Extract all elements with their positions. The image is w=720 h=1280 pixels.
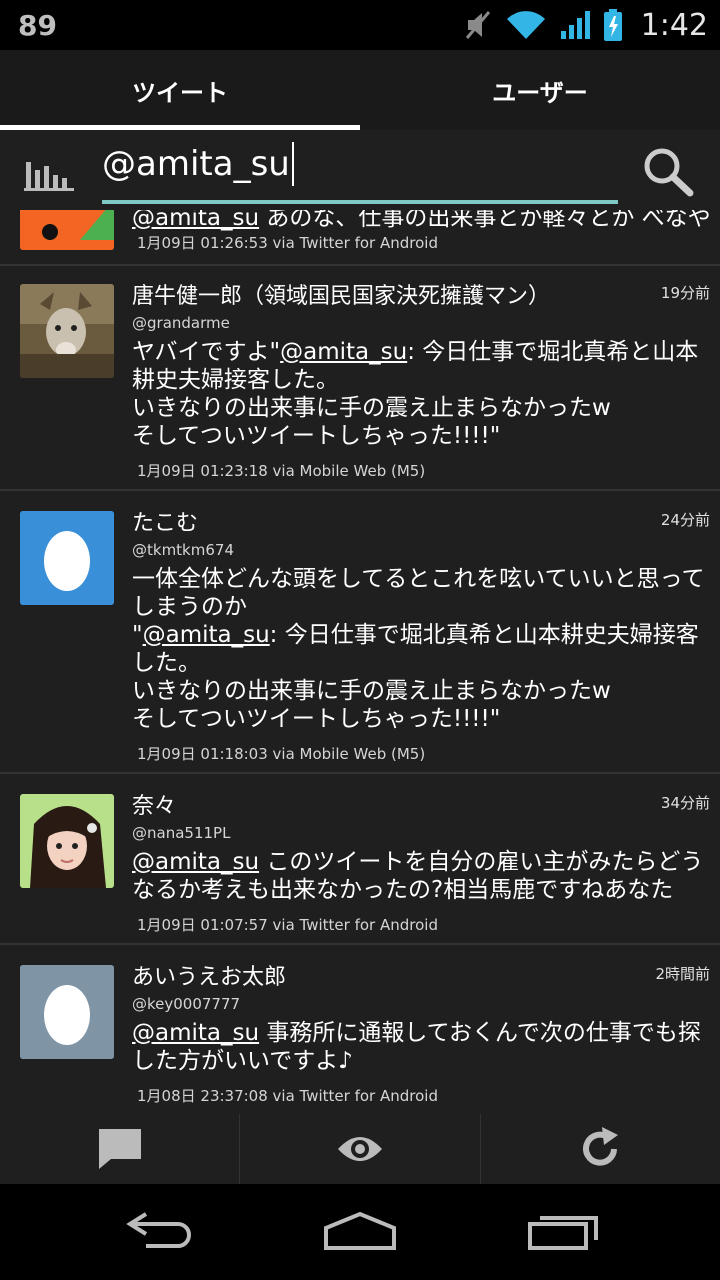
tweet-author-handle[interactable]: @tkmtkm674 (132, 541, 234, 559)
avatar (20, 210, 114, 250)
battery-icon (603, 9, 622, 41)
tweet-item[interactable]: @amita_su あのな、仕事の出来事とか軽々とか べなや 1月09日 01:… (0, 210, 720, 266)
tweet-meta: 1月08日 23:37:08 via Twitter for Android (137, 1087, 438, 1105)
action-bar (0, 1114, 720, 1184)
tweet-item[interactable]: 唐牛健一郎（領域国民国家決死擁護マン） 19分前 @grandarme ヤバイで… (0, 264, 720, 491)
compose-icon (98, 1129, 141, 1169)
tweet-body: ヤバイですよ"@amita_su: 今日仕事で堀北真希と山本耕史夫婦接客した。 … (132, 338, 717, 450)
avatar (20, 284, 114, 378)
signal-icon (560, 11, 590, 39)
refresh-button[interactable] (479, 1114, 720, 1184)
tweet-time: 34分前 (660, 794, 710, 812)
status-bar: 89 1:42 (0, 0, 720, 50)
tweet-author-handle[interactable]: @key0007777 (132, 995, 240, 1013)
tweet-author-name[interactable]: たこむ (132, 505, 198, 537)
avatar (20, 511, 114, 605)
view-button[interactable] (239, 1114, 479, 1184)
tweet-author-name[interactable]: 唐牛健一郎（領域国民国家決死擁護マン） (132, 278, 550, 310)
tweet-text: あのな、仕事の出来事とか軽々とか べなや (259, 210, 711, 231)
tweet-meta: 1月09日 01:18:03 via Mobile Web (M5) (137, 745, 426, 763)
tweet-mention[interactable]: @amita_su (132, 210, 259, 231)
tweet-meta: 1月09日 01:23:18 via Mobile Web (M5) (137, 462, 426, 480)
tab-tweets[interactable]: ツイート (0, 50, 360, 130)
tweet-author-name[interactable]: あいうえお太郎 (132, 959, 286, 991)
wifi-icon (506, 11, 545, 39)
refresh-icon (583, 1127, 619, 1166)
tweet-author-name[interactable]: 奈々 (132, 788, 176, 820)
text-caret (291, 142, 294, 186)
compose-button[interactable] (0, 1114, 239, 1184)
tweet-item[interactable]: あいうえお太郎 2時間前 @key0007777 @amita_su 事務所に通… (0, 945, 720, 1114)
tab-bar: ツイート ユーザー (0, 50, 720, 130)
back-icon[interactable] (124, 1208, 196, 1252)
tweet-body: @amita_su このツイートを自分の雇い主がみたらどうなるか考えも出来なかっ… (132, 848, 717, 904)
search-query: @amita_su (102, 144, 290, 184)
avatar (20, 965, 114, 1059)
tweet-mention[interactable]: @amita_su (132, 1020, 259, 1046)
tweet-body: @amita_su 事務所に通報しておくんで次の仕事でも探した方がいいですよ♪ (132, 1019, 717, 1075)
tweet-list[interactable]: @amita_su あのな、仕事の出来事とか軽々とか べなや 1月09日 01:… (0, 210, 720, 1114)
tweet-item[interactable]: たこむ 24分前 @tkmtkm674 一体全体どんな頭をしてるとこれを呟いてい… (0, 491, 720, 774)
search-bar: @amita_su (0, 130, 720, 210)
tweet-author-handle[interactable]: @nana511PL (132, 824, 230, 842)
home-icon[interactable] (322, 1208, 398, 1252)
tweet-author-handle[interactable]: @grandarme (132, 314, 230, 332)
tweet-meta: 1月09日 01:07:57 via Twitter for Android (137, 916, 438, 934)
tweet-body: 一体全体どんな頭をしてるとこれを呟いていいと思ってしまうのか "@amita_s… (132, 565, 717, 733)
bar-chart-icon[interactable] (22, 148, 78, 192)
tab-users[interactable]: ユーザー (360, 50, 720, 130)
tweet-mention[interactable]: @amita_su (132, 849, 259, 875)
system-nav-bar (0, 1184, 720, 1280)
clock: 1:42 (640, 7, 708, 43)
search-icon[interactable] (640, 146, 698, 198)
mute-icon (465, 11, 490, 39)
tweet-mention[interactable]: @amita_su (280, 339, 407, 365)
tweet-time: 2時間前 (655, 965, 710, 983)
tweet-mention[interactable]: @amita_su (143, 622, 270, 648)
tweet-body: @amita_su あのな、仕事の出来事とか軽々とか べなや (132, 210, 717, 232)
search-input[interactable]: @amita_su (102, 142, 618, 204)
tweet-time: 19分前 (660, 284, 710, 302)
recent-apps-icon[interactable] (526, 1208, 600, 1252)
avatar (20, 794, 114, 888)
tweet-meta: 1月09日 01:26:53 via Twitter for Android (137, 234, 438, 252)
tweet-text: ヤバイですよ" (132, 339, 281, 365)
tweet-item[interactable]: 奈々 34分前 @nana511PL @amita_su このツイートを自分の雇… (0, 774, 720, 945)
tweet-time: 24分前 (660, 511, 710, 529)
eye-icon (337, 1137, 382, 1161)
battery-percentage: 89 (18, 8, 57, 42)
